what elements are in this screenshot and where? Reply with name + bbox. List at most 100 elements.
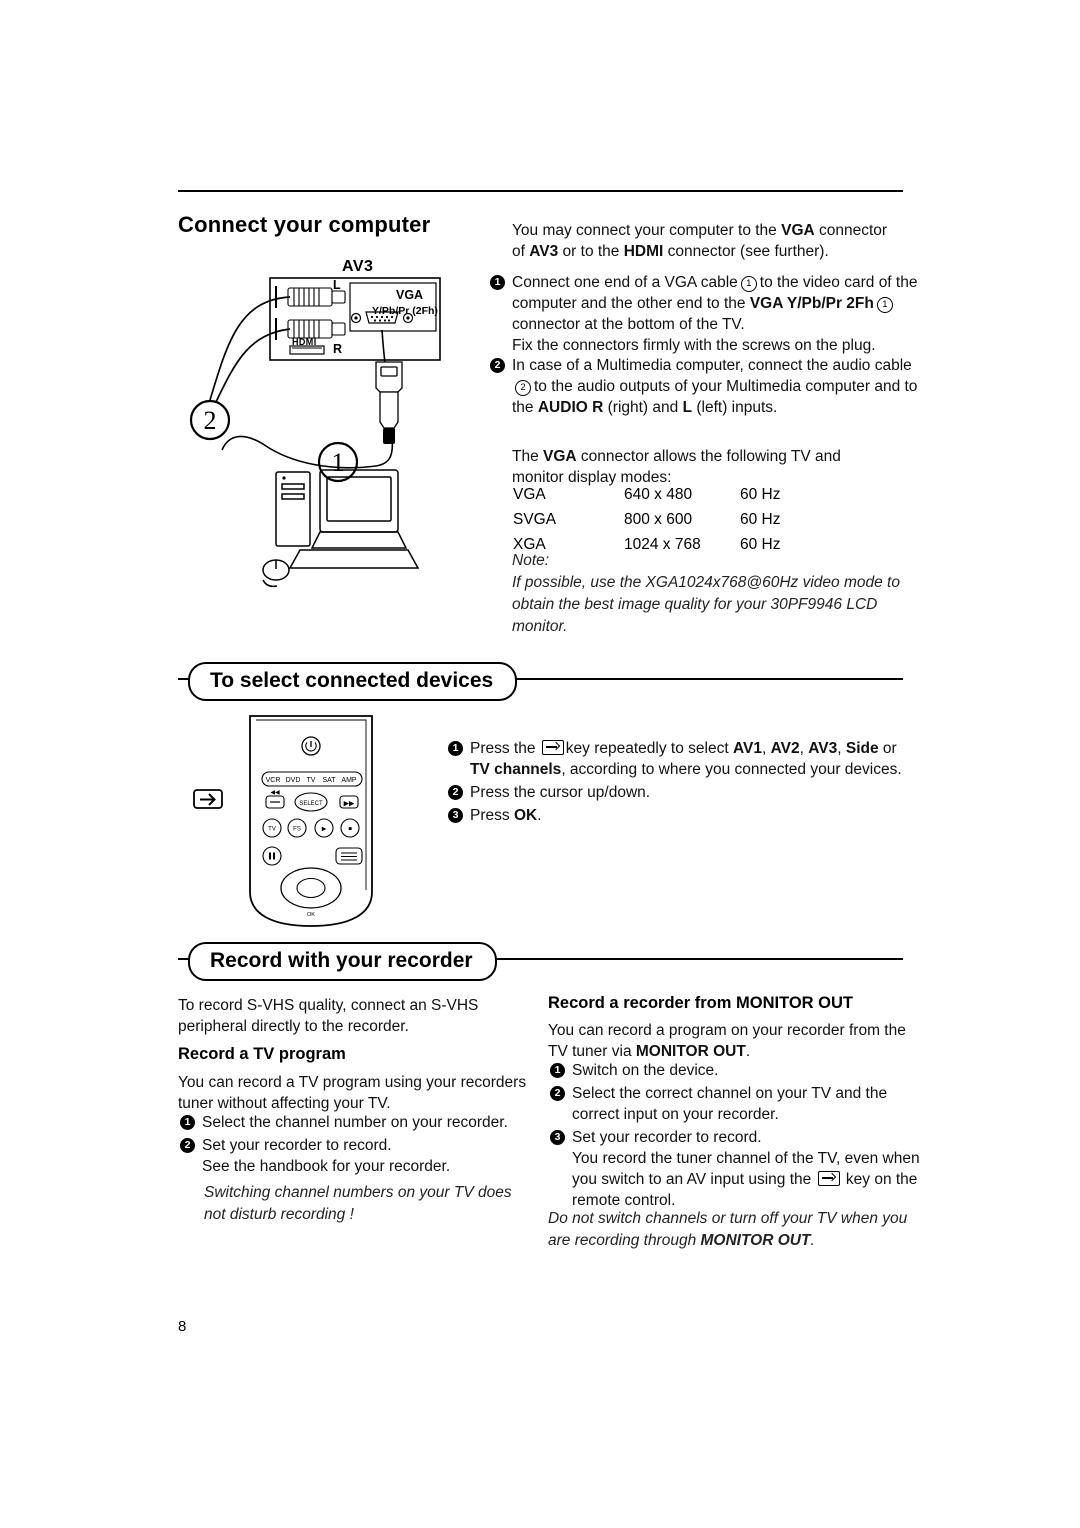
av-key-icon xyxy=(541,740,564,755)
mode-rate: 60 Hz xyxy=(740,536,781,553)
s3r-p1-b: MONITOR OUT xyxy=(635,1043,746,1060)
s2-step1-text-2: key repeatedly to select xyxy=(565,740,733,757)
s2-c2: , xyxy=(799,740,809,757)
step1-text-1: Connect one end of a VGA cable xyxy=(512,274,738,291)
mode-name: VGA xyxy=(513,486,546,503)
mode-resolution: 1024 x 768 xyxy=(624,536,701,553)
s3-right-subheading: Record a recorder from MONITOR OUT xyxy=(548,994,853,1013)
display-modes-table: VGA 640 x 480 60 Hz SVGA 800 x 600 60 Hz… xyxy=(512,482,781,557)
s3-left-note: Switching channel numbers on your TV doe… xyxy=(204,1184,512,1223)
step2-text-4: (left) inputs. xyxy=(692,399,778,416)
s3-left-intro: To record S-VHS quality, connect an S-VH… xyxy=(178,997,479,1035)
intro-text-3: or to the xyxy=(558,243,624,260)
s3l-s2b-text: See the handbook for your recorder. xyxy=(202,1158,451,1175)
s3r-p1-2: . xyxy=(745,1043,751,1060)
svg-text:VCR: VCR xyxy=(266,777,281,784)
s2-av1: AV1 xyxy=(732,740,762,757)
manual-page: Connect your computer You may connect yo… xyxy=(0,0,1080,1528)
s3-right-step-2: 2 Select the correct channel on your TV a… xyxy=(550,1083,930,1125)
inline-circle-1: 1 xyxy=(740,276,757,292)
s3r-s3a-text: Set your recorder to record. xyxy=(572,1129,762,1146)
svg-text:TV: TV xyxy=(307,777,316,784)
step1-text-4: Fix the connectors firmly with the screw… xyxy=(512,337,876,354)
s3-right-note: Do not switch channels or turn off your … xyxy=(548,1208,908,1252)
svg-text:▶: ▶ xyxy=(322,827,327,833)
section1-intro: You may connect your computer to the VGA… xyxy=(512,220,904,262)
mode-resolution: 800 x 600 xyxy=(624,511,693,528)
intro-text-4: connector (see further). xyxy=(663,243,829,260)
step-number: 1 xyxy=(448,741,463,756)
note-label: Note: xyxy=(512,552,550,569)
s3r-s1-text: Switch on the device. xyxy=(572,1062,719,1079)
step-number: 2 xyxy=(448,785,463,800)
s2-tv-channels: TV channels xyxy=(470,761,562,778)
page-number: 8 xyxy=(178,1318,187,1335)
s3r-note-b: MONITOR OUT xyxy=(700,1232,811,1249)
top-rule xyxy=(178,190,903,192)
mode-rate: 60 Hz xyxy=(740,511,781,528)
table-row: XGA 1024 x 768 60 Hz xyxy=(512,532,781,557)
s2-c1: , xyxy=(761,740,771,757)
intro-vga: VGA xyxy=(781,222,815,239)
section2-step-2: 2 Press the cursor up/down. xyxy=(448,782,890,803)
s2-step1-text-3: or xyxy=(878,740,897,757)
svg-text:OK: OK xyxy=(307,912,315,918)
diagram-label-av3: AV3 xyxy=(342,258,374,275)
svg-text:FS: FS xyxy=(293,827,301,833)
note-text: If possible, use the XGA1024x768@60Hz vi… xyxy=(512,574,900,635)
svg-text:■: ■ xyxy=(348,827,352,833)
s3-left-subheading: Record a TV program xyxy=(178,1045,346,1063)
s3-left-p1: You can record a TV program using your r… xyxy=(178,1074,527,1112)
step1-text-3: connector at the bottom of the TV. xyxy=(512,316,745,333)
step1-bold-vga-ypbpr: VGA Y/Pb/Pr 2Fh xyxy=(749,295,874,312)
svg-text:DVD: DVD xyxy=(286,777,301,784)
s2-step1-text-4: , according to where you connected your … xyxy=(561,761,902,778)
s3-right-step-3: 3 Set your recorder to record. You record … xyxy=(550,1127,930,1211)
s2-av2: AV2 xyxy=(770,740,800,757)
mode-name: SVGA xyxy=(513,511,557,528)
s2-av3: AV3 xyxy=(808,740,838,757)
s3-right-step-1: 1 Switch on the device. xyxy=(550,1060,932,1081)
modes-intro-vga: VGA xyxy=(543,448,577,465)
diagram-label-vga-sub: Y/Pb/Pr (2Fh) xyxy=(372,305,438,317)
step-number: 1 xyxy=(550,1063,565,1078)
svg-text:1: 1 xyxy=(332,448,345,477)
s3-left-step-2: 2 Set your recorder to record. See the han… xyxy=(180,1135,542,1177)
diagram-label-hdmi: HDMI xyxy=(292,337,317,347)
svg-text:▶▶: ▶▶ xyxy=(344,801,355,808)
s3r-sub-b: MONITOR OUT xyxy=(735,994,854,1012)
diagram-label-vga: VGA xyxy=(396,288,424,302)
intro-hdmi: HDMI xyxy=(623,243,664,260)
svg-text:SELECT: SELECT xyxy=(299,801,323,807)
av-key-icon xyxy=(817,1171,840,1186)
s2-step2-text: Press the cursor up/down. xyxy=(470,784,651,801)
modes-intro-1: The xyxy=(512,448,544,465)
s3r-s2-text: Select the correct channel on your TV an… xyxy=(572,1085,888,1123)
svg-text:2: 2 xyxy=(204,406,217,435)
s3r-note-2: . xyxy=(810,1232,815,1249)
step-number: 1 xyxy=(180,1115,195,1130)
heading-to-select-connected-devices: To select connected devices xyxy=(188,662,518,701)
table-row: SVGA 800 x 600 60 Hz xyxy=(512,507,781,532)
heading-record-with-your-recorder: Record with your recorder xyxy=(188,942,497,981)
mode-rate: 60 Hz xyxy=(740,486,781,503)
intro-text-1: You may connect your computer to the xyxy=(512,222,782,239)
inline-circle-3: 2 xyxy=(515,380,531,396)
section1-step-1: 1 Connect one end of a VGA cable 1 to the v… xyxy=(490,272,927,356)
step-number: 2 xyxy=(180,1138,195,1153)
intro-av3: AV3 xyxy=(529,243,559,260)
step2-bold-audio-r: AUDIO R xyxy=(537,399,604,416)
step-number: 2 xyxy=(550,1086,565,1101)
svg-text:TV: TV xyxy=(268,827,276,833)
diagram-label-r: R xyxy=(333,342,343,356)
svg-text:AMP: AMP xyxy=(341,777,357,784)
section2-step-3: 3 Press OK. xyxy=(448,805,890,826)
mode-resolution: 640 x 480 xyxy=(624,486,693,503)
s2-step3-text-1: Press xyxy=(470,807,514,824)
s2-ok: OK xyxy=(513,807,538,824)
step-number: 3 xyxy=(550,1130,565,1145)
s2-side: Side xyxy=(845,740,879,757)
step2-bold-l: L xyxy=(682,399,693,416)
inline-circle-2: 1 xyxy=(876,297,893,313)
av-key-callout xyxy=(192,786,226,812)
